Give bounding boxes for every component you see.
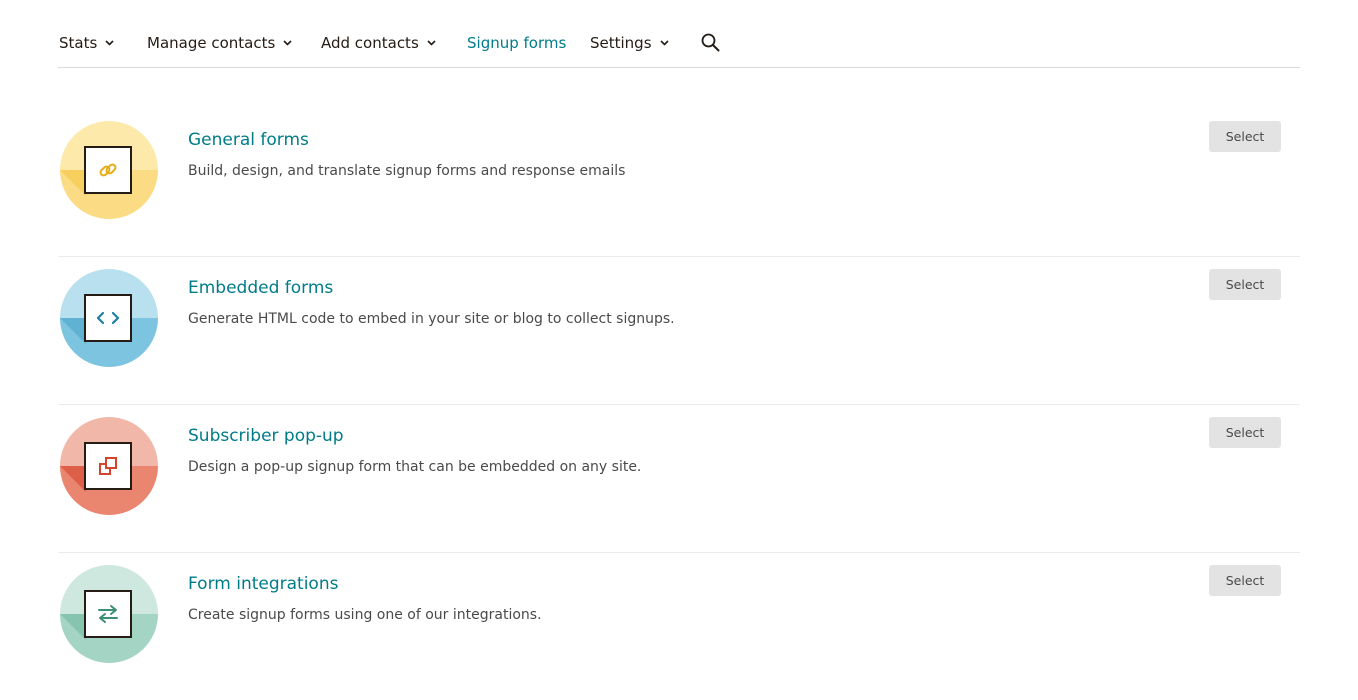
- form-description: Build, design, and translate signup form…: [188, 163, 626, 179]
- nav-label: Manage contacts: [147, 34, 276, 52]
- form-badge: [60, 565, 158, 663]
- chevron-down-icon: [105, 40, 114, 46]
- form-option-general: General forms Build, design, and transla…: [58, 108, 1300, 257]
- form-description: Create signup forms using one of our int…: [188, 607, 542, 623]
- nav-label: Settings: [590, 34, 652, 52]
- form-description: Generate HTML code to embed in your site…: [188, 311, 675, 327]
- select-button[interactable]: Select: [1209, 565, 1281, 596]
- code-icon: [84, 294, 132, 342]
- chevron-down-icon: [283, 40, 292, 46]
- form-badge: [60, 417, 158, 515]
- form-title[interactable]: Embedded forms: [188, 278, 333, 298]
- form-badge: [60, 269, 158, 367]
- link-icon: [84, 146, 132, 194]
- form-option-embedded: Embedded forms Generate HTML code to emb…: [58, 256, 1300, 405]
- nav-settings[interactable]: Settings: [590, 32, 669, 54]
- chevron-down-icon: [427, 40, 436, 46]
- select-button[interactable]: Select: [1209, 269, 1281, 300]
- nav-label: Stats: [59, 34, 98, 52]
- form-badge: [60, 121, 158, 219]
- select-button[interactable]: Select: [1209, 121, 1281, 152]
- nav-signup-forms[interactable]: Signup forms: [467, 32, 566, 54]
- top-navigation: Stats Manage contacts Add contacts Signu…: [58, 0, 1300, 68]
- form-description: Design a pop-up signup form that can be …: [188, 459, 642, 475]
- chevron-down-icon: [659, 40, 669, 46]
- select-button[interactable]: Select: [1209, 417, 1281, 448]
- form-title[interactable]: Subscriber pop-up: [188, 426, 344, 446]
- nav-add-contacts[interactable]: Add contacts: [321, 32, 436, 54]
- nav-manage-contacts[interactable]: Manage contacts: [147, 32, 292, 54]
- nav-label: Signup forms: [467, 34, 567, 52]
- search-icon[interactable]: [701, 33, 720, 56]
- form-option-popup: Subscriber pop-up Design a pop-up signup…: [58, 404, 1300, 553]
- nav-label: Add contacts: [321, 34, 419, 52]
- form-title[interactable]: Form integrations: [188, 574, 338, 594]
- swap-arrows-icon: [84, 590, 132, 638]
- nav-stats[interactable]: Stats: [59, 32, 114, 54]
- form-title[interactable]: General forms: [188, 130, 309, 150]
- form-option-integrations: Form integrations Create signup forms us…: [58, 552, 1300, 700]
- popup-icon: [84, 442, 132, 490]
